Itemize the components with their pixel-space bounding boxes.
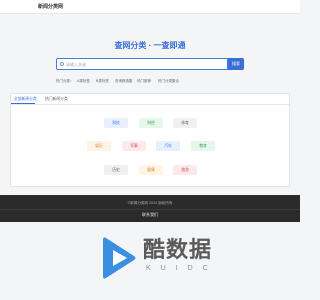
search-input[interactable] (66, 59, 224, 69)
hot-categories: 热门分类： A类标签 B类标签 查询精选集 热门推荐 热门分类集合 (56, 79, 256, 85)
play-logo-icon (103, 237, 136, 279)
watermark-name: 酷数据 (143, 238, 213, 263)
category-chip[interactable]: 健康 (139, 165, 163, 175)
watermark-logo: 酷数据 KUIDC (96, 222, 300, 300)
category-chip[interactable]: 军事 (122, 141, 146, 151)
hot-item[interactable]: 热门分类集合 (158, 79, 179, 84)
category-chip[interactable]: 科技 (104, 118, 128, 128)
footer-divider (0, 209, 300, 210)
site-title[interactable]: 新闻分类网 (38, 3, 63, 10)
search-box[interactable] (56, 58, 228, 70)
top-bar: 新闻分类网 (0, 0, 300, 14)
footer-copyright: ©新闻分类网 2024 版权所有 (127, 201, 173, 205)
category-chip[interactable]: 旅游 (173, 165, 197, 175)
hot-item[interactable]: 热门推荐 (137, 79, 151, 84)
hot-label: 热门分类： (56, 79, 74, 83)
contact-link[interactable]: 联系我们 (0, 212, 300, 218)
search-button[interactable]: 搜索 (228, 58, 244, 70)
category-chip[interactable]: 历史 (104, 165, 128, 175)
active-tab-indicator (11, 103, 35, 104)
hero-title: 查网分类 · 一查即通 (114, 41, 186, 50)
hot-item[interactable]: 查询精选集 (115, 79, 133, 84)
category-chip[interactable]: 体育 (173, 118, 197, 128)
hot-item[interactable]: B类标签 (96, 79, 109, 84)
tab-bar: 全部新闻分类 热门新闻分类 (11, 94, 289, 105)
category-chip[interactable]: 财经 (139, 118, 163, 128)
watermark-sub: KUIDC (146, 265, 218, 272)
category-chip[interactable]: 娱乐 (87, 141, 111, 151)
footer: ©新闻分类网 2024 版权所有 联系我们 (0, 195, 300, 222)
search-bar: 搜索 (56, 58, 244, 70)
category-panel: 全部新闻分类 热门新闻分类 科技 财经 体育 娱乐 军事 汽车 教育 历史 健康… (10, 93, 290, 187)
tab-all-categories[interactable]: 全部新闻分类 (14, 97, 37, 102)
category-chip[interactable]: 教育 (191, 141, 215, 151)
hot-item[interactable]: A类标签 (77, 79, 90, 84)
category-chip[interactable]: 汽车 (156, 141, 180, 151)
search-icon (60, 62, 64, 66)
tab-hot-categories[interactable]: 热门新闻分类 (45, 97, 68, 102)
